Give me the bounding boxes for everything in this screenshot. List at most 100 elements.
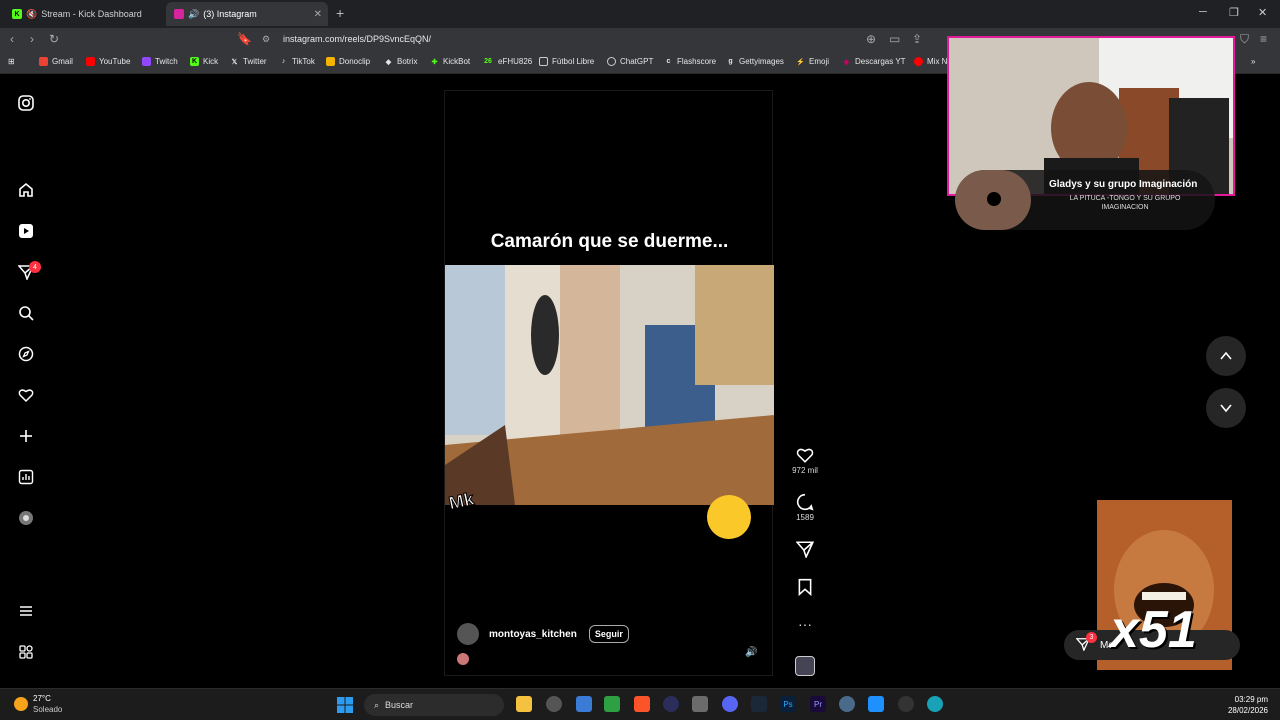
- bookmark-donoclip[interactable]: Donoclip: [326, 57, 370, 66]
- create-icon[interactable]: [17, 427, 35, 445]
- volume-icon[interactable]: 🔊: [745, 647, 757, 658]
- home-icon[interactable]: [17, 181, 35, 199]
- disc-center: [987, 192, 1001, 206]
- botrix-icon: ◆: [385, 58, 392, 66]
- menu-icon[interactable]: [17, 602, 35, 620]
- bookmark-futbol-libre[interactable]: Fútbol Libre: [539, 57, 594, 66]
- restore-button[interactable]: ❐: [1229, 6, 1239, 19]
- bookmark-gmail[interactable]: Gmail: [39, 57, 73, 66]
- vinyl-disc-icon: [955, 170, 1031, 230]
- bookmark-descargas-yt[interactable]: ◈ Descargas YT: [842, 57, 906, 66]
- clock-date: 28/02/2026: [1227, 706, 1268, 715]
- like-button[interactable]: 972 mil: [788, 446, 822, 475]
- watermark: Mk: [447, 488, 477, 514]
- start-icon[interactable]: [337, 697, 353, 718]
- new-tab-button[interactable]: +: [336, 5, 344, 21]
- media-icon[interactable]: [663, 696, 679, 712]
- site-settings-icon[interactable]: ⚙: [262, 34, 270, 45]
- weather-temp[interactable]: 27°C: [33, 694, 51, 703]
- more-options-icon[interactable]: ···: [788, 616, 822, 632]
- player-icon[interactable]: [898, 696, 914, 712]
- reel-player[interactable]: Camarón que se duerme... Mk montoyas_kit…: [444, 90, 774, 676]
- bookmark-botrix[interactable]: ◆ Botrix: [384, 57, 418, 66]
- taskbar-search[interactable]: ⌕ Buscar: [364, 694, 504, 716]
- author-username[interactable]: montoyas_kitchen: [489, 629, 577, 640]
- back-icon[interactable]: ‹: [10, 32, 14, 46]
- settings-icon[interactable]: [839, 696, 855, 712]
- apps-icon[interactable]: ⊞: [8, 57, 15, 66]
- tab-kick-dashboard[interactable]: K 🔇 Stream - Kick Dashboard: [4, 2, 166, 26]
- bookmark-efhu826[interactable]: 26 eFHU826: [482, 57, 532, 66]
- muted-icon: 🔇: [26, 8, 38, 19]
- more-icon[interactable]: [17, 643, 35, 661]
- instagram-icon: [174, 9, 184, 19]
- kickbot-icon: ✚: [431, 58, 438, 66]
- discord-icon[interactable]: [722, 696, 738, 712]
- shield-icon[interactable]: ⛉: [1240, 32, 1249, 47]
- bookmark-gettyimages[interactable]: g Gettyimages: [726, 57, 784, 66]
- edge-icon[interactable]: [927, 696, 943, 712]
- share-icon[interactable]: ⇪: [912, 32, 922, 46]
- more-bookmarks-icon[interactable]: »: [1251, 57, 1255, 66]
- spreadsheet-icon[interactable]: [604, 696, 620, 712]
- minimize-button[interactable]: ─: [1199, 6, 1207, 18]
- audio-avatar-icon[interactable]: [457, 653, 469, 665]
- clock[interactable]: 03:29 pm 28/02/2026: [1228, 694, 1268, 716]
- photoshop-icon[interactable]: Ps: [780, 696, 796, 712]
- notifications-icon[interactable]: [17, 386, 35, 404]
- bookmark-tiktok[interactable]: ♪ TikTok: [279, 57, 315, 66]
- number-badge: 26: [484, 58, 492, 65]
- close-tab-icon[interactable]: ✕: [314, 9, 322, 20]
- search-icon[interactable]: [17, 304, 35, 322]
- calculator-icon[interactable]: [692, 696, 708, 712]
- profile-icon[interactable]: [17, 509, 35, 527]
- author-avatar[interactable]: [457, 623, 479, 645]
- bookmark-kick[interactable]: K Kick: [190, 57, 218, 66]
- reels-icon[interactable]: [17, 222, 35, 240]
- reel-video[interactable]: [445, 265, 774, 505]
- bookmark-mix[interactable]: Mix N: [914, 57, 947, 66]
- twitch-icon: [142, 57, 151, 66]
- app-icon[interactable]: [576, 696, 592, 712]
- zoom-icon[interactable]: ⊕: [866, 32, 876, 46]
- weather-sun-icon[interactable]: [14, 697, 28, 711]
- menu-icon[interactable]: ≡: [1260, 32, 1267, 46]
- address-bar[interactable]: instagram.com/reels/DP9SvncEqQN/: [283, 34, 431, 44]
- brave-icon[interactable]: [634, 696, 650, 712]
- weather-condition[interactable]: Soleado: [33, 705, 62, 714]
- notepad-icon[interactable]: [868, 696, 884, 712]
- steam-icon[interactable]: [751, 696, 767, 712]
- next-reel-button[interactable]: [1206, 388, 1246, 428]
- bookmark-kickbot[interactable]: ✚ KickBot: [430, 57, 471, 66]
- bookmark-icon[interactable]: 🔖: [237, 32, 252, 46]
- comment-button[interactable]: 1589: [788, 493, 822, 522]
- mix-icon: [914, 57, 923, 66]
- tab-instagram[interactable]: 🔊 (3) Instagram ✕: [166, 2, 328, 26]
- search-icon: ⌕: [374, 699, 380, 710]
- audio-thumbnail[interactable]: [795, 656, 815, 676]
- reload-icon[interactable]: ↻: [49, 32, 59, 46]
- bookmark-youtube[interactable]: YouTube: [86, 57, 130, 66]
- share-button[interactable]: [788, 540, 822, 560]
- file-explorer-icon[interactable]: [516, 696, 532, 712]
- bookmark-chatgpt[interactable]: ChatGPT: [607, 57, 653, 66]
- windows-taskbar: 27°C Soleado ⌕ Buscar Ps Pr 03:29 pm 28/…: [0, 688, 1280, 720]
- descargas-icon: ◈: [843, 58, 850, 66]
- bookmark-twitter[interactable]: 𝕏 Twitter: [230, 57, 267, 66]
- previous-reel-button[interactable]: [1206, 336, 1246, 376]
- bookmark-twitch[interactable]: Twitch: [142, 57, 178, 66]
- tab-label: (3) Instagram: [203, 9, 257, 19]
- follow-button[interactable]: Seguir: [588, 625, 629, 643]
- dashboard-icon[interactable]: [17, 468, 35, 486]
- premiere-icon[interactable]: Pr: [810, 696, 826, 712]
- bookmark-emoji[interactable]: ⚡ Emoji: [796, 57, 829, 66]
- bookmark-flashscore[interactable]: c Flashscore: [664, 57, 717, 66]
- instagram-icon[interactable]: [17, 94, 35, 112]
- donoclip-icon: [326, 57, 335, 66]
- close-window-button[interactable]: ✕: [1258, 6, 1267, 19]
- explore-icon[interactable]: [17, 345, 35, 363]
- forward-icon[interactable]: ›: [30, 32, 34, 46]
- save-button[interactable]: [788, 578, 822, 598]
- obs-icon[interactable]: [546, 696, 562, 712]
- cast-icon[interactable]: ▭: [889, 32, 900, 46]
